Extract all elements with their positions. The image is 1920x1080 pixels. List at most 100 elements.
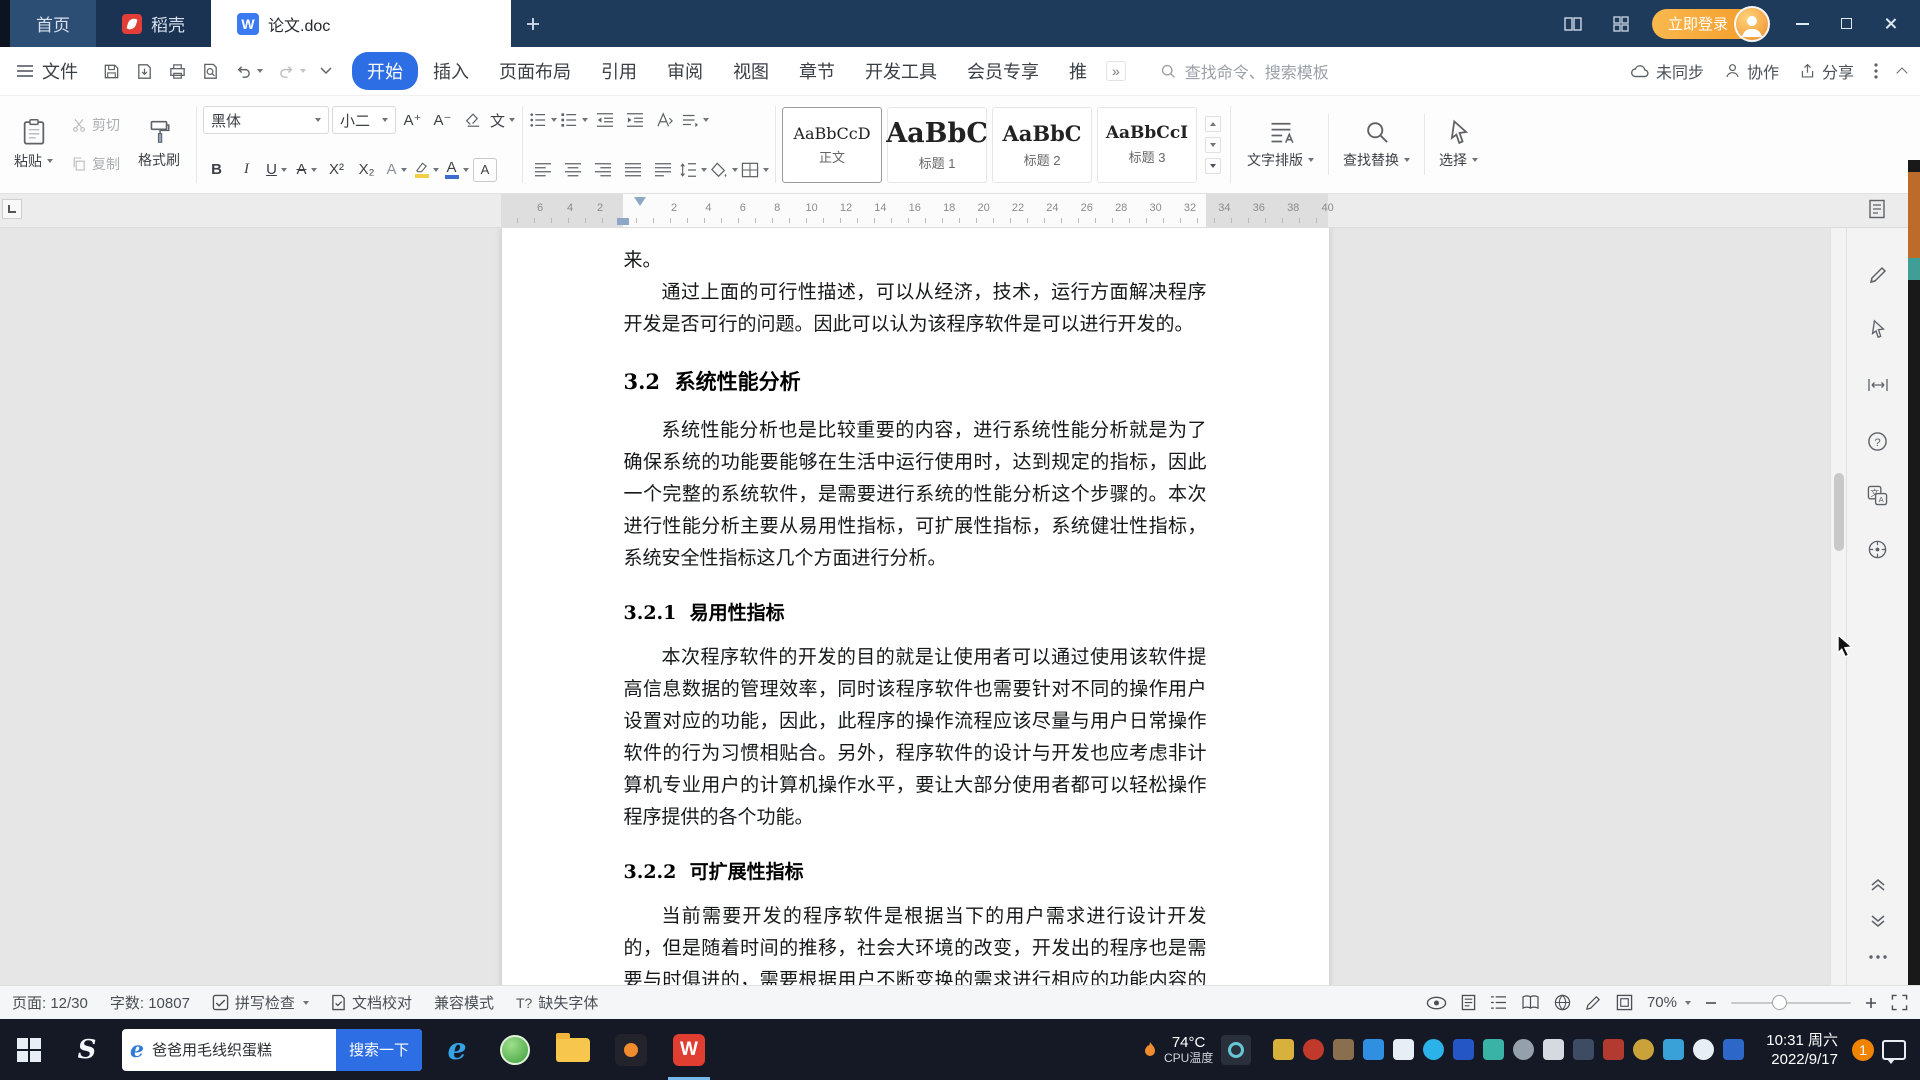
style-heading-3[interactable]: AaBbCcI 标题 3 [1097,106,1197,183]
align-center-button[interactable] [559,156,586,183]
taskbar-sogou-icon[interactable]: S [58,1019,116,1080]
italic-button[interactable]: I [233,156,260,183]
text-layout-button[interactable]: 文字排版 [1239,104,1322,185]
zoom-out-button[interactable] [1705,997,1717,1009]
styles-scroll-down-button[interactable] [1205,136,1221,153]
tray-icon[interactable] [1573,1039,1595,1060]
tab-references[interactable]: 引用 [586,52,652,90]
left-indent-marker[interactable] [617,218,629,225]
translate-icon[interactable]: 文A [1861,478,1895,512]
tray-icon[interactable] [1453,1039,1475,1060]
taskbar-game-icon[interactable] [602,1019,660,1080]
collaborate-button[interactable]: 协作 [1724,59,1779,83]
workspace-grid-icon[interactable] [1604,9,1638,39]
tab-view[interactable]: 视图 [718,52,784,90]
vertical-scrollbar[interactable] [1830,228,1846,985]
redo-button[interactable] [277,62,306,81]
tab-document[interactable]: W 论文.doc [211,0,511,47]
increase-indent-button[interactable] [621,106,648,133]
find-replace-button[interactable]: 查找替换 [1335,104,1418,185]
zoom-level[interactable]: 70% [1647,994,1691,1011]
login-button[interactable]: 立即登录 [1651,5,1770,42]
minimize-button[interactable] [1780,0,1824,47]
save-button[interactable] [102,62,121,81]
highlight-color-button[interactable] [413,156,440,183]
action-center-icon[interactable] [1882,1039,1906,1064]
tray-icon[interactable] [1633,1039,1655,1060]
smart-format-button[interactable] [651,106,678,133]
tab-insert[interactable]: 插入 [418,52,484,90]
document-area[interactable]: 来。 通过上面的可行性描述，可以从经济，技术，运行方面解决程序开发是否可行的问题… [0,228,1830,985]
line-spacing-button[interactable] [679,156,707,183]
undo-button[interactable] [234,62,263,81]
style-normal[interactable]: AaBbCcD 正文 [782,106,882,183]
ink-annotation-icon[interactable] [1861,258,1895,292]
pinyin-guide-button[interactable]: 文 [489,107,516,134]
tray-icon[interactable] [1663,1039,1685,1060]
tray-icon[interactable] [1333,1039,1355,1060]
taskbar-clock[interactable]: 10:31 周六 2022/9/17 [1756,1031,1848,1069]
superscript-button[interactable]: X² [323,156,350,183]
outline-view-icon[interactable] [1490,995,1507,1010]
align-right-button[interactable] [589,156,616,183]
volume-icon[interactable] [1693,1039,1715,1060]
maximize-button[interactable] [1824,0,1868,47]
style-heading-1[interactable]: AaBbC 标题 1 [886,106,988,183]
ink-view-icon[interactable] [1585,994,1602,1011]
text-direction-button[interactable] [681,106,709,133]
shrink-font-button[interactable]: A⁻ [429,107,456,134]
align-left-button[interactable] [529,156,556,183]
new-tab-button[interactable] [511,0,555,47]
copy-button[interactable]: 复制 [65,152,126,176]
taskbar-search-button[interactable]: 搜索一下 [335,1028,422,1071]
justify-button[interactable] [619,156,646,183]
spellcheck-toggle[interactable]: 拼写检查 [212,992,309,1013]
avatar[interactable] [1734,5,1770,42]
select-button[interactable]: 选择 [1431,104,1486,185]
paste-button[interactable]: 粘贴 [6,104,61,185]
tab-page-layout[interactable]: 页面布局 [484,52,586,90]
taskbar-ie-icon[interactable]: e [428,1019,486,1080]
print-preview-button[interactable] [201,62,220,81]
bold-button[interactable]: B [203,156,230,183]
file-menu-button[interactable]: 文件 [0,58,92,84]
grow-font-button[interactable]: A⁺ [399,107,426,134]
navigation-pane-icon[interactable] [1861,532,1895,566]
close-button[interactable] [1868,0,1912,47]
more-tools-button[interactable] [1861,940,1895,974]
distribute-button[interactable] [649,156,676,183]
tab-stop-selector[interactable] [2,199,22,219]
tab-home[interactable]: 首页 [10,0,96,47]
start-button[interactable] [0,1019,58,1080]
taskbar-search-box[interactable]: e 爸爸用毛线织蛋糕 搜索一下 [122,1028,422,1071]
tab-section[interactable]: 章节 [784,52,850,90]
bullets-button[interactable] [529,106,557,133]
zoom-slider-handle[interactable] [1771,994,1787,1010]
command-search[interactable]: 查找命令、搜索模板 [1160,59,1329,83]
zoom-slider[interactable] [1731,994,1851,1010]
select-tool-icon[interactable] [1861,312,1895,346]
missing-font-button[interactable]: T? 缺失字体 [516,992,598,1013]
tray-icon[interactable] [1303,1039,1325,1060]
taskbar-browser-icon[interactable] [486,1019,544,1080]
styles-more-button[interactable] [1205,157,1221,174]
text-effects-button[interactable]: A [383,156,410,183]
split-window-icon[interactable] [1556,9,1590,39]
underline-button[interactable]: U [263,156,290,183]
tab-dev-tools[interactable]: 开发工具 [850,52,952,90]
print-button[interactable] [168,62,187,81]
char-border-button[interactable]: A [473,157,497,182]
taskbar-explorer-icon[interactable] [544,1019,602,1080]
ruler[interactable]: 6 4 2 2 4 6 8 10 12 14 16 18 20 22 24 26 28 30 32 34 36 38 40 [0,194,1920,228]
cpu-temperature-widget[interactable]: 74°C CPU温度 [1134,1034,1261,1066]
subscript-button[interactable]: X₂ [353,156,380,183]
web-view-icon[interactable] [1554,994,1571,1011]
first-line-indent-marker[interactable] [634,197,646,206]
strikethrough-button[interactable]: A [293,156,320,183]
page-indicator[interactable]: 页面: 12/30 [12,992,88,1013]
font-size-select[interactable]: 小二 [332,106,396,134]
tab-overflow-button[interactable]: » [1106,61,1126,81]
styles-scroll-up-button[interactable] [1205,115,1221,132]
titlebar-drag-area[interactable] [555,0,1556,47]
help-icon[interactable]: ? [1861,424,1895,458]
